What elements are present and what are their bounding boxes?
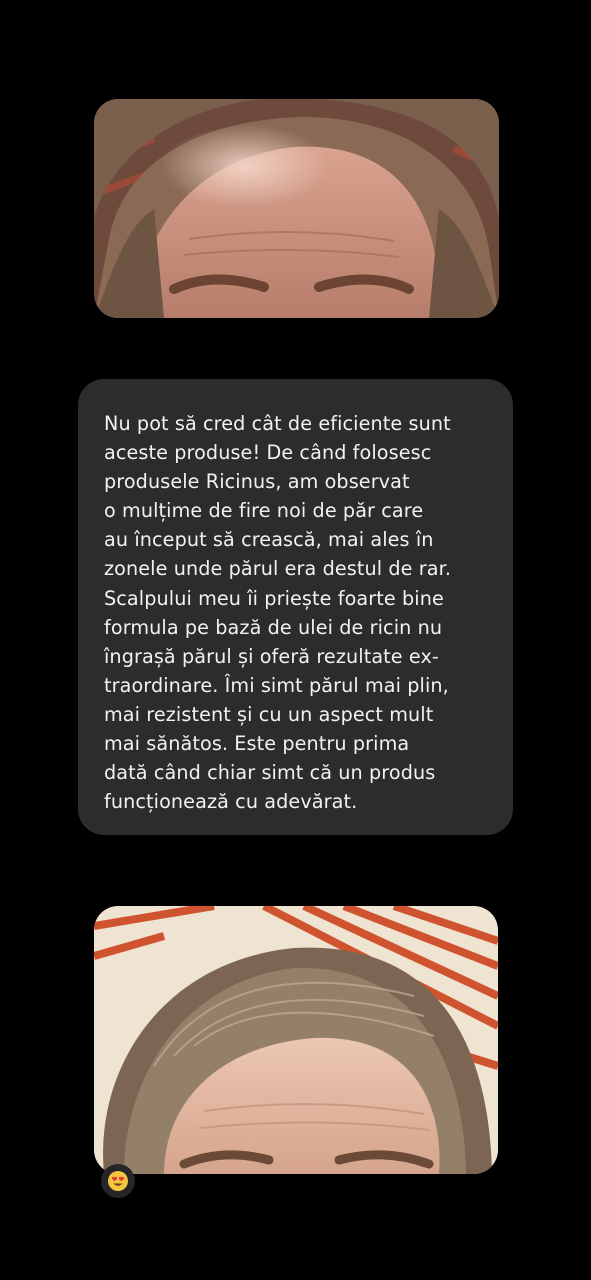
message-bubble[interactable]: Nu pot să cred cât de eficiente sunt ace… (78, 379, 513, 835)
reaction-badge[interactable] (101, 1164, 135, 1198)
photo-before[interactable] (94, 99, 499, 318)
message-text: Nu pot să cred cât de eficiente sunt ace… (104, 412, 452, 814)
photo-after[interactable] (94, 906, 498, 1174)
forehead-hairline-photo-before (94, 99, 499, 318)
forehead-hairline-photo-after (94, 906, 498, 1174)
heart-eyes-emoji-icon (108, 1171, 128, 1191)
